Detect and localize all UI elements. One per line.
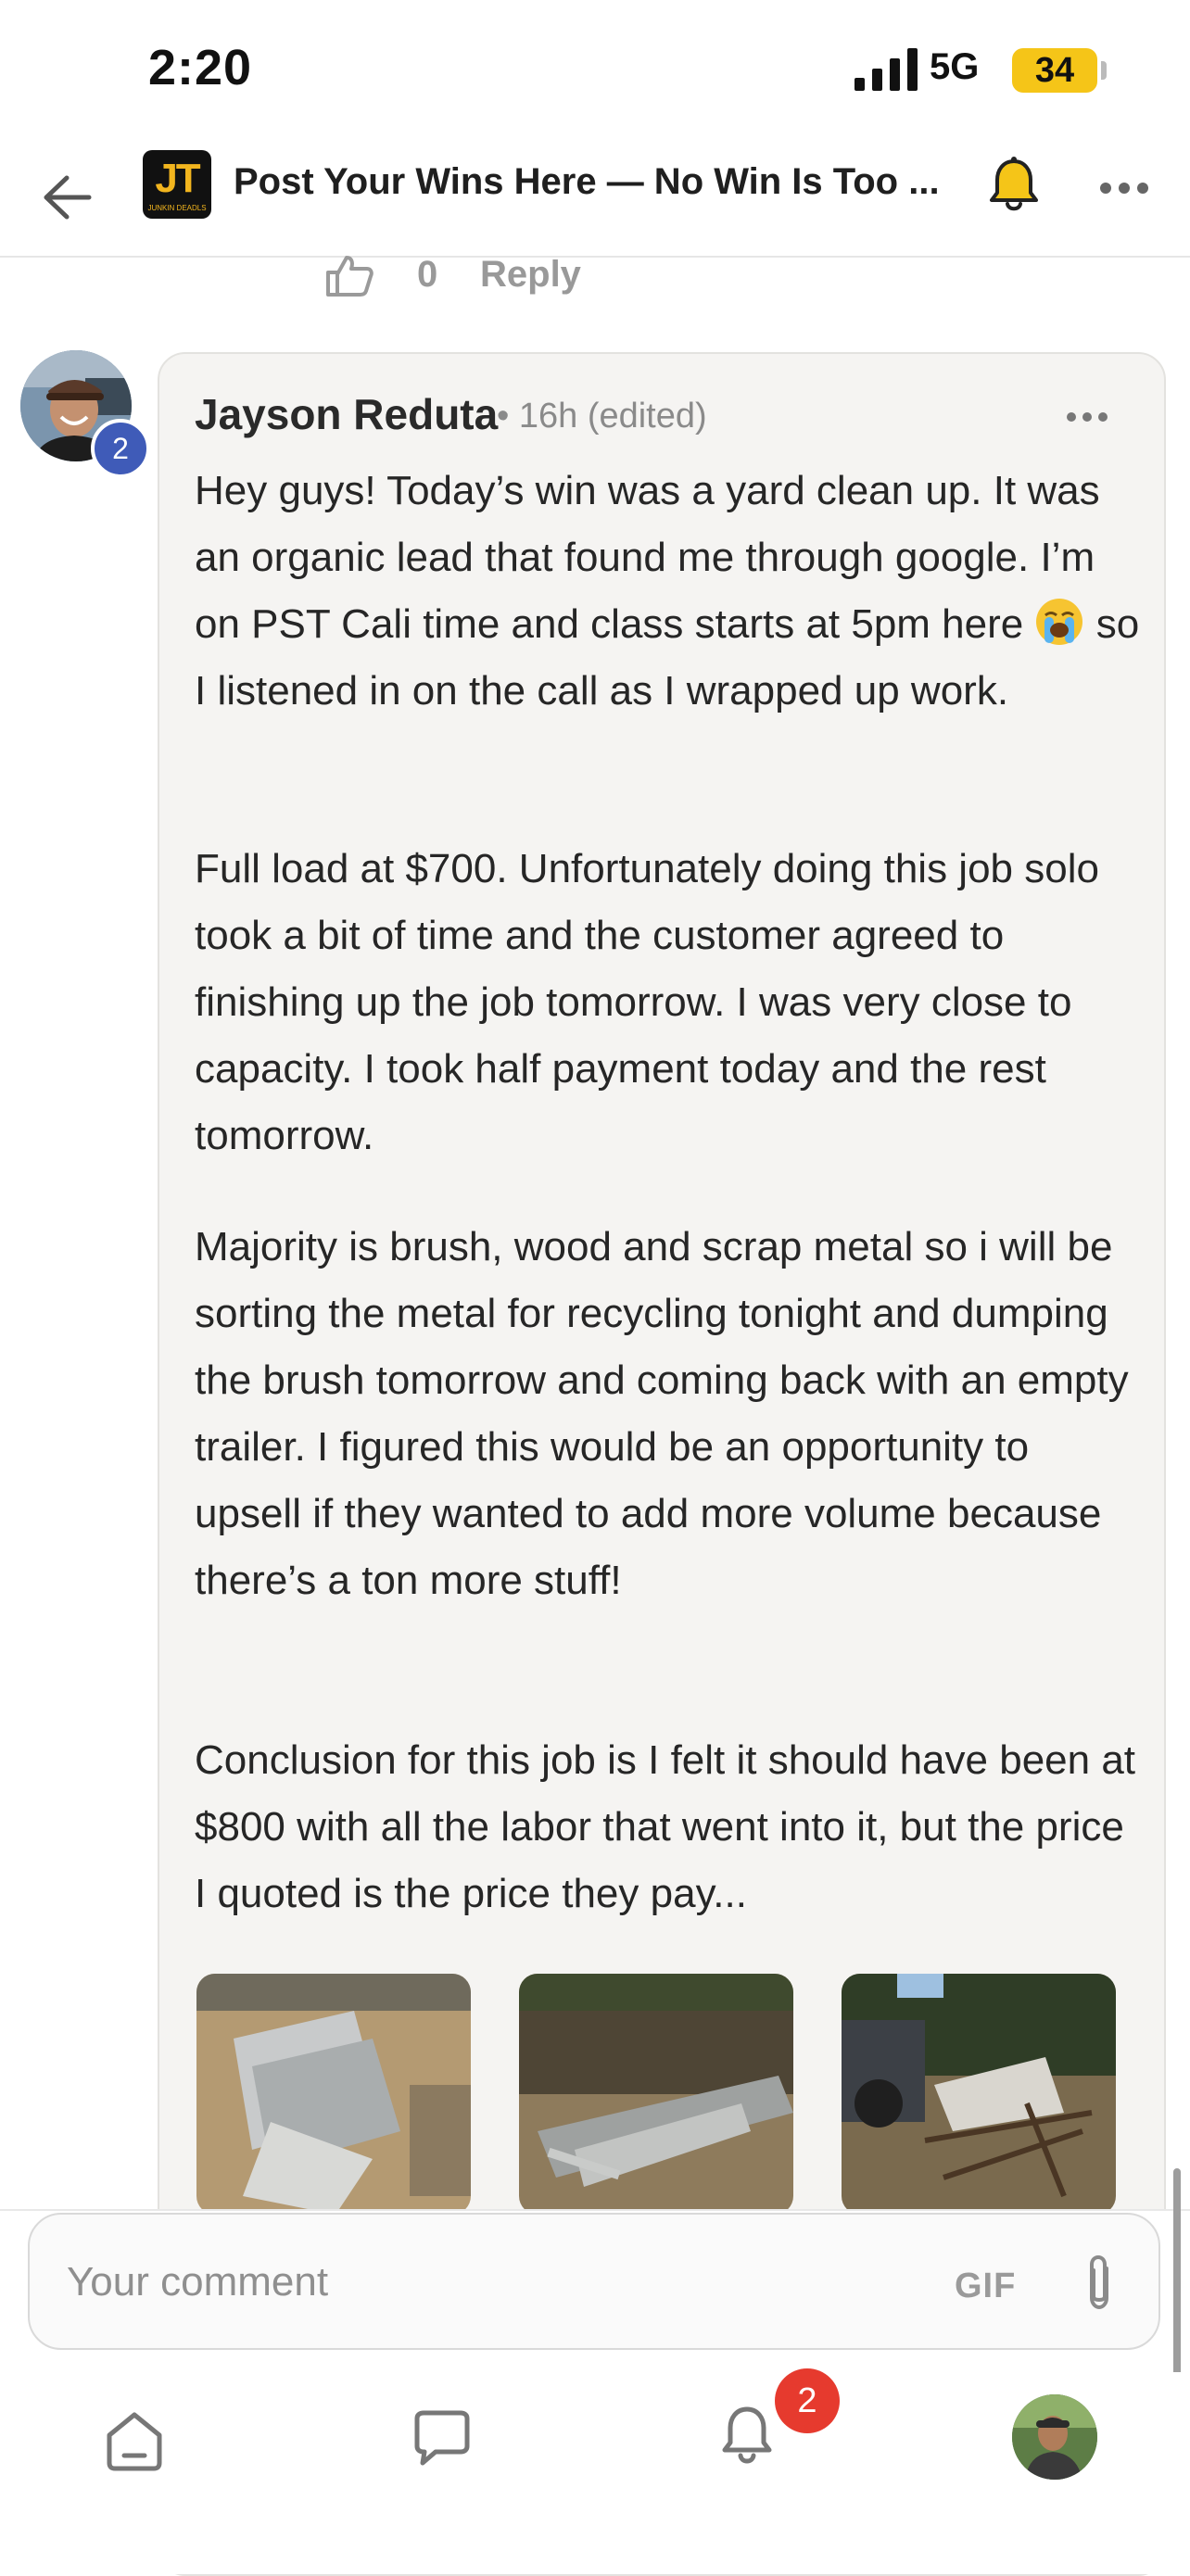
status-bar: 2:20 5G 34 — [0, 0, 1190, 139]
attachment-image[interactable] — [842, 1974, 1116, 2215]
network-label: 5G — [930, 46, 980, 87]
attachment-photo-trailer-load — [842, 1974, 1116, 2215]
group-logo-subtext: JUNKIN DEADLS — [147, 204, 207, 212]
signal-icon — [855, 48, 918, 91]
comment-paragraph: Full load at $700. Unfortunately doing t… — [195, 846, 1099, 1158]
level-badge: 2 — [91, 419, 150, 478]
battery-nub — [1101, 61, 1107, 80]
home-icon[interactable] — [102, 2407, 167, 2472]
back-arrow-icon[interactable] — [41, 174, 93, 221]
bottom-nav — [0, 2372, 1190, 2574]
comment-timestamp: • 16h (edited) — [497, 397, 707, 436]
attachment-photo-fence-metal — [519, 1974, 793, 2215]
attachment-photo-scrap-panels — [196, 1974, 471, 2215]
comment-paragraph: Conclusion for this job is I felt it sho… — [195, 1737, 1136, 1916]
like-count: 0 — [417, 254, 438, 295]
group-logo-text: JT — [155, 156, 200, 201]
comment-input[interactable] — [65, 2246, 903, 2318]
gif-button[interactable]: GIF — [955, 2267, 1016, 2306]
attachment-image[interactable] — [519, 1974, 793, 2215]
profile-avatar[interactable] — [1012, 2394, 1097, 2480]
comment-more-icon[interactable] — [1066, 411, 1108, 423]
more-options-icon[interactable] — [1099, 182, 1149, 195]
comment-paragraph: Hey guys! Today’s win was a yard clean u… — [195, 458, 1140, 725]
loudly-crying-face-icon — [1036, 599, 1083, 645]
battery-indicator: 34 — [1012, 48, 1097, 93]
scrollbar[interactable] — [1173, 2168, 1181, 2394]
comment-text: Hey guys! Today’s win was a yard clean u… — [195, 468, 1100, 647]
thumbs-up-icon[interactable] — [324, 252, 374, 298]
notifications-icon[interactable] — [717, 2402, 777, 2470]
attachment-image[interactable] — [196, 1974, 471, 2215]
comment-author[interactable]: Jayson Reduta — [195, 389, 498, 439]
status-time: 2:20 — [148, 40, 253, 95]
bell-icon[interactable] — [986, 156, 1042, 215]
comment-paragraph: Majority is brush, wood and scrap metal … — [195, 1224, 1129, 1603]
reply-button[interactable]: Reply — [480, 254, 581, 296]
chat-icon[interactable] — [410, 2409, 475, 2469]
attachment-icon[interactable] — [1077, 2254, 1121, 2315]
group-logo[interactable]: JT JUNKIN DEADLS — [143, 150, 211, 219]
profile-avatar-image — [1012, 2394, 1097, 2480]
notification-count-badge: 2 — [775, 2368, 840, 2433]
page-title[interactable]: Post Your Wins Here — No Win Is Too ... — [234, 161, 938, 203]
